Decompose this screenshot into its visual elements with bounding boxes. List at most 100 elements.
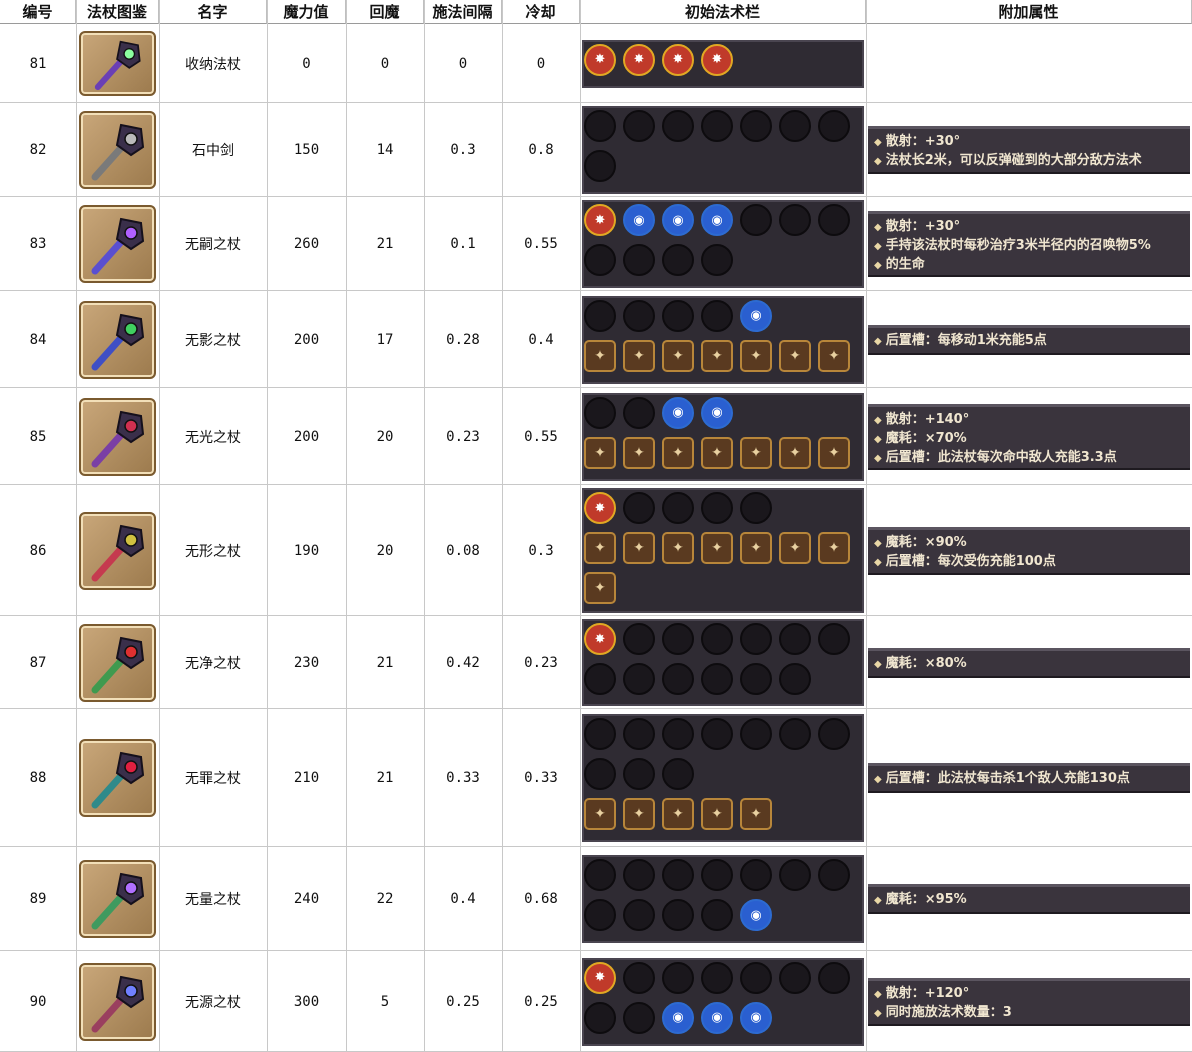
modifier-slot-icon[interactable]: ✦ [623,798,655,830]
modifier-slot-icon[interactable]: ✦ [623,436,655,469]
empty-spell-slot[interactable] [623,623,655,655]
modifier-slot-icon[interactable]: ✦ [701,436,733,469]
modifier-slot-icon[interactable]: ✦ [779,339,811,372]
spell-icon[interactable]: ✸ [662,43,694,76]
empty-spell-slot[interactable] [740,204,772,236]
modifier-slot-icon[interactable]: ✦ [584,572,616,604]
modifier-slot-icon[interactable]: ✦ [584,436,616,469]
empty-spell-slot[interactable] [818,718,850,750]
spell-icon[interactable]: ◉ [662,396,694,429]
empty-spell-slot[interactable] [701,718,733,750]
empty-spell-slot[interactable] [701,623,733,655]
modifier-slot-icon[interactable]: ✦ [818,436,850,469]
empty-spell-slot[interactable] [701,961,733,994]
empty-spell-slot[interactable] [662,663,694,695]
spell-icon[interactable]: ✸ [584,204,616,236]
modifier-slot-icon[interactable]: ✦ [584,339,616,372]
modifier-slot-icon[interactable]: ✦ [584,798,616,830]
modifier-slot-icon[interactable]: ✦ [623,339,655,372]
empty-spell-slot[interactable] [701,110,733,142]
spell-icon[interactable]: ◉ [740,299,772,332]
empty-spell-slot[interactable] [584,396,616,429]
empty-spell-slot[interactable] [662,899,694,931]
empty-spell-slot[interactable] [623,110,655,142]
modifier-slot-icon[interactable]: ✦ [662,339,694,372]
modifier-slot-icon[interactable]: ✦ [701,339,733,372]
empty-spell-slot[interactable] [662,110,694,142]
empty-spell-slot[interactable] [623,758,655,790]
empty-spell-slot[interactable] [662,718,694,750]
empty-spell-slot[interactable] [701,492,733,524]
spell-icon[interactable]: ◉ [623,204,655,236]
spell-icon[interactable]: ✸ [584,43,616,76]
empty-spell-slot[interactable] [584,758,616,790]
modifier-slot-icon[interactable]: ✦ [662,436,694,469]
spell-icon[interactable]: ◉ [740,899,772,931]
empty-spell-slot[interactable] [740,663,772,695]
empty-spell-slot[interactable] [623,396,655,429]
empty-spell-slot[interactable] [623,899,655,931]
modifier-slot-icon[interactable]: ✦ [740,798,772,830]
empty-spell-slot[interactable] [584,899,616,931]
empty-spell-slot[interactable] [701,244,733,276]
empty-spell-slot[interactable] [818,961,850,994]
empty-spell-slot[interactable] [584,663,616,695]
empty-spell-slot[interactable] [701,859,733,891]
empty-spell-slot[interactable] [779,110,811,142]
empty-spell-slot[interactable] [701,899,733,931]
empty-spell-slot[interactable] [584,150,616,182]
empty-spell-slot[interactable] [584,1001,616,1034]
empty-spell-slot[interactable] [818,859,850,891]
empty-spell-slot[interactable] [779,859,811,891]
modifier-slot-icon[interactable]: ✦ [740,436,772,469]
spell-icon[interactable]: ◉ [662,1001,694,1034]
empty-spell-slot[interactable] [740,492,772,524]
spell-icon[interactable]: ◉ [662,204,694,236]
empty-spell-slot[interactable] [818,204,850,236]
empty-spell-slot[interactable] [584,244,616,276]
empty-spell-slot[interactable] [779,718,811,750]
empty-spell-slot[interactable] [623,299,655,332]
empty-spell-slot[interactable] [623,961,655,994]
empty-spell-slot[interactable] [662,299,694,332]
empty-spell-slot[interactable] [740,859,772,891]
modifier-slot-icon[interactable]: ✦ [584,532,616,564]
empty-spell-slot[interactable] [662,244,694,276]
empty-spell-slot[interactable] [623,492,655,524]
empty-spell-slot[interactable] [701,299,733,332]
empty-spell-slot[interactable] [662,758,694,790]
empty-spell-slot[interactable] [584,110,616,142]
modifier-slot-icon[interactable]: ✦ [623,532,655,564]
modifier-slot-icon[interactable]: ✦ [779,436,811,469]
modifier-slot-icon[interactable]: ✦ [779,532,811,564]
spell-icon[interactable]: ✸ [701,43,733,76]
empty-spell-slot[interactable] [779,961,811,994]
empty-spell-slot[interactable] [623,244,655,276]
spell-icon[interactable]: ✸ [584,961,616,994]
empty-spell-slot[interactable] [623,718,655,750]
empty-spell-slot[interactable] [740,623,772,655]
spell-icon[interactable]: ◉ [701,204,733,236]
spell-icon[interactable]: ✸ [584,623,616,655]
empty-spell-slot[interactable] [818,110,850,142]
spell-icon[interactable]: ✸ [623,43,655,76]
empty-spell-slot[interactable] [662,492,694,524]
modifier-slot-icon[interactable]: ✦ [701,532,733,564]
empty-spell-slot[interactable] [779,204,811,236]
empty-spell-slot[interactable] [584,718,616,750]
empty-spell-slot[interactable] [740,718,772,750]
modifier-slot-icon[interactable]: ✦ [818,532,850,564]
empty-spell-slot[interactable] [701,663,733,695]
modifier-slot-icon[interactable]: ✦ [740,339,772,372]
spell-icon[interactable]: ◉ [701,396,733,429]
empty-spell-slot[interactable] [584,859,616,891]
empty-spell-slot[interactable] [584,299,616,332]
empty-spell-slot[interactable] [818,623,850,655]
empty-spell-slot[interactable] [740,110,772,142]
empty-spell-slot[interactable] [623,1001,655,1034]
modifier-slot-icon[interactable]: ✦ [740,532,772,564]
spell-icon[interactable]: ✸ [584,492,616,524]
empty-spell-slot[interactable] [623,663,655,695]
modifier-slot-icon[interactable]: ✦ [662,532,694,564]
modifier-slot-icon[interactable]: ✦ [818,339,850,372]
